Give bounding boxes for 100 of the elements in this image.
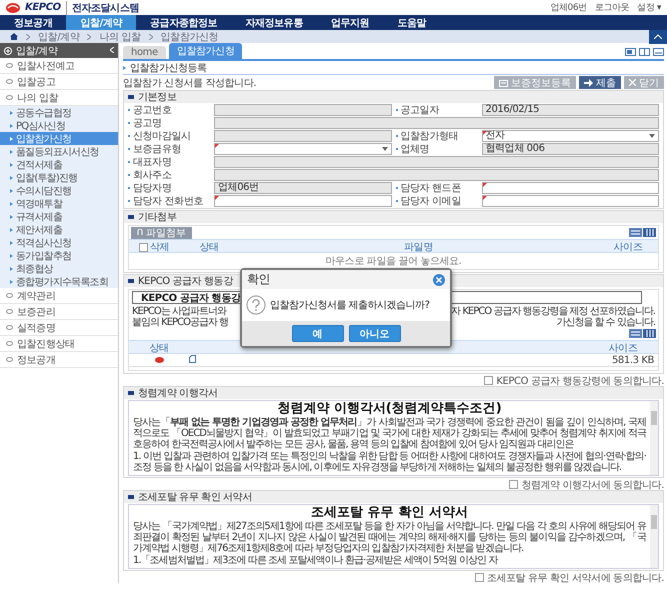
nav-tab[interactable]: 공급자종합정보 bbox=[136, 15, 232, 30]
sidebar-item[interactable]: 계약관리 bbox=[0, 288, 118, 304]
nav-tab[interactable]: 정보공개 bbox=[0, 15, 66, 30]
scrollbar[interactable] bbox=[650, 401, 658, 475]
input-field[interactable] bbox=[214, 156, 659, 168]
header-link[interactable]: 설정 ▾ bbox=[637, 1, 661, 14]
notice-text: 자 KEPCO 공급자 행동강령을 제정 선포하였습니다. bbox=[451, 305, 655, 315]
checkbox[interactable] bbox=[138, 242, 148, 252]
column-header: 상태 bbox=[198, 241, 220, 254]
ring-icon bbox=[6, 79, 13, 84]
split-window-icon[interactable] bbox=[639, 48, 650, 56]
dialog-button[interactable]: 예 bbox=[292, 325, 344, 342]
input-field[interactable]: 2016/02/15 bbox=[482, 104, 659, 116]
column-header: 사이즈 bbox=[608, 342, 638, 355]
agree-label: KEPCO 공급자 행동강령에 동의합니다. bbox=[496, 374, 664, 388]
bullet-icon bbox=[10, 188, 13, 192]
file-icon[interactable] bbox=[189, 354, 196, 362]
sidebar-subitem[interactable]: 최종협상 bbox=[0, 262, 118, 275]
input-field[interactable] bbox=[214, 130, 392, 142]
input-field[interactable] bbox=[214, 169, 659, 181]
list-icon[interactable] bbox=[629, 228, 642, 237]
ring-icon bbox=[6, 63, 13, 68]
sidebar-subitem[interactable]: 적격심사신청 bbox=[0, 236, 118, 249]
nav-tab[interactable]: 업무지원 bbox=[316, 15, 384, 30]
document-paragraph: 1. 이번 입찰과 관련하여 입찰가격 또는 특정인의 낙찰을 위한 담합 등 어떠한 사항에 대하여도 경쟁자들과 사전에 협의·연락·합의·조정 등을 한 사실이 없음을 서약함과 동시에, 이후에도 자유경쟁을 부당하게 저해하는 일체의 불공정한 행위를 않겠습니다. bbox=[133, 451, 646, 473]
file-size: 581.3 KB bbox=[610, 354, 655, 366]
sidebar-item[interactable]: 보증관리 bbox=[0, 304, 118, 320]
list-icon[interactable] bbox=[629, 329, 642, 338]
input-field[interactable] bbox=[214, 104, 392, 116]
close-icon[interactable] bbox=[433, 274, 445, 286]
section-title: 청렴계약 이행각서 bbox=[138, 387, 218, 400]
bullet-icon bbox=[10, 228, 13, 232]
chevron-left-icon[interactable] bbox=[110, 47, 114, 53]
checkbox[interactable] bbox=[509, 480, 518, 489]
input-field[interactable] bbox=[214, 195, 392, 207]
window-icon[interactable] bbox=[625, 48, 636, 56]
sidebar-subitem[interactable]: 입찰참가신청 bbox=[0, 132, 118, 145]
sidebar-subitem[interactable]: 견적서제출 bbox=[0, 158, 118, 171]
home-icon[interactable] bbox=[10, 33, 18, 40]
sidebar-item[interactable]: 입찰공고 bbox=[0, 74, 118, 90]
ring-icon bbox=[6, 357, 13, 362]
question-icon bbox=[246, 295, 266, 315]
bullet-icon bbox=[10, 266, 13, 270]
select-field[interactable] bbox=[214, 143, 392, 155]
input-field[interactable]: 협력업체 006 bbox=[482, 143, 659, 155]
field-label: 공고명 bbox=[128, 117, 210, 128]
input-field[interactable] bbox=[482, 195, 659, 207]
sidebar-item[interactable]: 입찰진행상태 bbox=[0, 336, 118, 352]
sidebar-subitem[interactable]: 역경매투찰 bbox=[0, 197, 118, 210]
tab[interactable]: home bbox=[123, 46, 166, 59]
field-label: 대표자명 bbox=[128, 156, 210, 167]
nav-tab[interactable]: 자재정보유통 bbox=[231, 15, 317, 30]
dialog-button[interactable]: 아니오 bbox=[348, 325, 400, 342]
section-title: 조세포탈 유무 확인 서약서 bbox=[138, 491, 252, 504]
input-field[interactable]: 업체06번 bbox=[214, 182, 392, 194]
breadcrumb-item[interactable]: 입찰/계약 bbox=[38, 30, 80, 44]
select-field[interactable]: 전자 bbox=[482, 130, 659, 142]
collapse-button[interactable] bbox=[649, 30, 667, 44]
nav-tab[interactable]: 입찰/계약 bbox=[66, 15, 136, 30]
sidebar-subitem[interactable]: 종합평가지수목록조회 bbox=[0, 275, 118, 288]
column-header: 삭제 bbox=[150, 241, 170, 254]
sidebar-subitem[interactable]: 수의시담진행 bbox=[0, 184, 118, 197]
chevron-icon bbox=[87, 34, 92, 40]
sidebar-item[interactable]: 실적증명 bbox=[0, 320, 118, 336]
document-paragraph: 1.「조세범처벌법」제3조에 따른 조세 포탈세액이나 환급·공제받은 세액이 5억원 이상인 자 bbox=[133, 555, 499, 566]
field-label: 입찰참가형태 bbox=[396, 130, 478, 141]
ring-icon bbox=[6, 293, 13, 298]
breadcrumb-item[interactable]: 나의 입찰 bbox=[99, 30, 141, 44]
header-link[interactable]: 업체06번 bbox=[550, 1, 587, 14]
sidebar-item[interactable]: 입찰사전예고 bbox=[0, 58, 118, 74]
bullet-icon bbox=[10, 202, 13, 206]
sidebar-subitem[interactable]: 동가입찰추첨 bbox=[0, 249, 118, 262]
grid-icon[interactable] bbox=[643, 228, 656, 237]
grid-icon[interactable] bbox=[643, 329, 656, 338]
sidebar-subitem[interactable]: 공동수급협정 bbox=[0, 106, 118, 119]
caret-icon bbox=[382, 147, 388, 151]
submit-button[interactable]: 제출 bbox=[579, 76, 621, 89]
input-field[interactable] bbox=[482, 182, 659, 194]
section-title: 기본정보 bbox=[138, 91, 176, 104]
tab[interactable]: 입찰참가신청 bbox=[168, 43, 242, 59]
sidebar-subitem[interactable]: 제안서제출 bbox=[0, 223, 118, 236]
sidebar-item[interactable]: 정보공개 bbox=[0, 352, 118, 368]
notice-text: 가신청을 할 수 있습니다. bbox=[556, 316, 655, 326]
document-paragraph: 당사는 「국가계약법」제27조의5제1항에 따른 조세포탈 등을 한 자가 아님을 서약합니다. 만일 다음 각 호의 사유에 해당되어 유죄판결이 확정된 날부터 2년이 지나지 않은 사실이 발견된 때에는 계약의 해제·해지를 당하는 등의 불이익을 감수하겠으며, 「국가계약법 시행령」제76조제1항제8호에 따라 부정당업자의 입찰참가자격제한 처분을 받겠습니다. bbox=[133, 521, 646, 554]
checkbox[interactable] bbox=[474, 573, 484, 582]
checkbox[interactable] bbox=[484, 376, 494, 385]
sidebar-subitem[interactable]: 입찰(투찰)진행 bbox=[0, 171, 118, 184]
field-label: 담당자명 bbox=[128, 182, 210, 193]
header-link[interactable]: 로그아웃 bbox=[594, 1, 630, 14]
input-field[interactable] bbox=[214, 117, 659, 129]
notice-text: 붙임의 KEPCO공급자 행 bbox=[132, 316, 228, 326]
sidebar-subitem[interactable]: 규격서제출 bbox=[0, 210, 118, 223]
notice-title: KEPCO 공급자 행동강 bbox=[141, 292, 241, 304]
scrollbar[interactable] bbox=[650, 505, 658, 568]
breadcrumb-item[interactable]: 입찰참가신청 bbox=[160, 30, 218, 44]
minimize-icon[interactable] bbox=[653, 48, 664, 56]
sidebar-subitem[interactable]: PQ심사신청 bbox=[0, 119, 118, 132]
agree-label: 조세포탈 유무 확인 서약서에 동의합니다. bbox=[486, 572, 664, 584]
nav-tab[interactable]: 도움말 bbox=[383, 15, 440, 30]
sidebar-subitem[interactable]: 품질등외표시서신청 bbox=[0, 145, 118, 158]
